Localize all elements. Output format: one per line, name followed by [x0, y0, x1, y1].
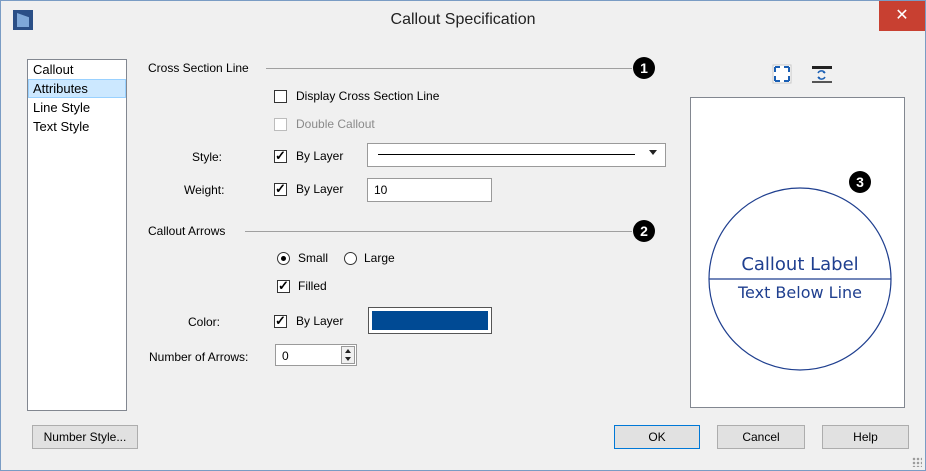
double-callout-label: Double Callout	[296, 117, 375, 131]
style-by-layer-checkbox[interactable]	[274, 148, 287, 164]
category-item-callout[interactable]: Callout	[28, 60, 126, 79]
dialog-body: Callout Attributes Line Style Text Style…	[1, 39, 925, 470]
category-list[interactable]: Callout Attributes Line Style Text Style	[27, 59, 127, 411]
style-label: Style:	[192, 150, 223, 164]
spinner-arrows-icon[interactable]	[341, 346, 355, 364]
callout-preview-bubble: Callout Label Text Below Line	[708, 187, 892, 371]
arrow-size-small-label: Small	[298, 251, 329, 265]
arrow-size-small-radio[interactable]	[277, 252, 290, 265]
number-of-arrows-value: 0	[282, 349, 289, 363]
callout-preview: 3 Callout Label Text Below Line	[690, 97, 905, 408]
weight-label: Weight:	[184, 183, 225, 197]
help-button[interactable]: Help	[822, 425, 909, 449]
swap-text-icon[interactable]	[812, 64, 832, 84]
arrow-color-swatch	[372, 311, 488, 330]
color-by-layer-label: By Layer	[296, 314, 344, 328]
resize-grip-icon[interactable]	[912, 457, 922, 467]
line-style-dropdown[interactable]	[367, 143, 666, 167]
color-label: Color:	[188, 315, 221, 329]
number-of-arrows-label: Number of Arrows:	[149, 350, 249, 364]
category-item-text-style[interactable]: Text Style	[28, 117, 126, 136]
color-by-layer-checkbox[interactable]	[274, 313, 287, 329]
callout-badge-1: 1	[633, 57, 655, 79]
number-of-arrows-spinner[interactable]: 0	[275, 344, 357, 366]
callout-badge-2: 2	[633, 220, 655, 242]
filled-label: Filled	[298, 279, 327, 293]
fit-to-window-icon[interactable]	[772, 64, 792, 84]
chevron-down-icon[interactable]	[649, 150, 657, 155]
weight-by-layer-checkbox[interactable]	[274, 181, 287, 197]
category-item-attributes[interactable]: Attributes	[28, 79, 126, 98]
style-by-layer-label: By Layer	[296, 149, 344, 163]
callout-specification-dialog: Callout Specification ✕ Callout Attribut…	[0, 0, 926, 471]
arrow-size-large-label: Large	[364, 251, 395, 265]
double-callout-checkbox[interactable]	[274, 118, 287, 131]
weight-input[interactable]: 10	[367, 178, 492, 202]
arrow-color-picker[interactable]	[368, 307, 492, 334]
ok-button[interactable]: OK	[614, 425, 700, 449]
display-cross-section-label: Display Cross Section Line	[296, 89, 440, 103]
cross-section-divider	[266, 68, 632, 69]
weight-by-layer-label: By Layer	[296, 182, 344, 196]
callout-arrows-divider	[245, 231, 632, 232]
window-title: Callout Specification	[390, 11, 536, 28]
cancel-button[interactable]: Cancel	[717, 425, 805, 449]
callout-arrows-heading: Callout Arrows	[148, 224, 226, 238]
close-button[interactable]: ✕	[879, 1, 925, 31]
display-cross-section-checkbox[interactable]	[274, 90, 287, 103]
callout-preview-label: Callout Label	[741, 254, 858, 275]
cross-section-heading: Cross Section Line	[148, 61, 249, 75]
category-item-line-style[interactable]: Line Style	[28, 98, 126, 117]
title-bar: Callout Specification ✕	[1, 1, 925, 39]
arrow-size-large-radio[interactable]	[344, 252, 357, 265]
filled-checkbox[interactable]	[277, 278, 290, 294]
number-style-button[interactable]: Number Style...	[32, 425, 138, 449]
callout-preview-text-below: Text Below Line	[737, 283, 862, 302]
line-style-sample	[378, 154, 635, 155]
